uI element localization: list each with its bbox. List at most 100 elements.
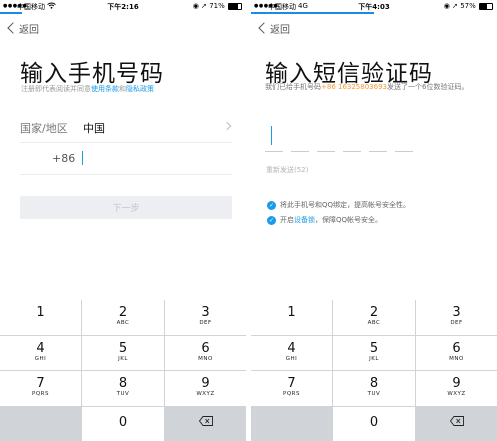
keypad-key[interactable]: 7 PQRS [251,371,332,406]
keypad-key[interactable]: 9 WXYZ [165,371,246,406]
keypad-key[interactable]: 0 [82,406,164,441]
key-letters: TUV [116,391,130,397]
back-label: 返回 [270,25,290,36]
code-slot[interactable] [291,125,309,152]
key-letters: WXYZ [196,391,215,397]
keypad-key[interactable]: 3 DEF [416,300,497,335]
loading-progress [0,12,246,14]
code-slot[interactable] [395,125,413,152]
key-digit: 7 [287,376,296,391]
code-slot[interactable] [265,125,283,152]
keypad-key[interactable]: 4 GHI [0,335,81,370]
alarm-icon: ◉ [192,2,199,10]
back-button[interactable]: 返回 [7,21,39,36]
key-digit: 1 [36,305,45,320]
key-letters: ABC [367,320,381,326]
keypad-key[interactable]: 6 MNO [416,335,497,370]
checkmark-icon[interactable]: ✓ [267,200,276,210]
key-digit: 5 [369,340,379,356]
battery-icon [479,2,493,10]
agreement-and: 和 [119,85,126,93]
key-digit: 1 [287,305,296,320]
key-letters: TUV [367,391,381,397]
keypad-key[interactable]: 8 TUV [333,371,415,406]
bind-qq-label: 将此手机号和QQ绑定，提高帐号安全性。 [280,201,411,209]
keypad-key[interactable]: 1 [0,300,81,335]
device-lock-link[interactable]: 设备锁 [294,216,315,224]
key-letters: MNO [449,355,464,362]
code-slot[interactable] [317,125,335,152]
backspace-icon [199,415,213,426]
status-right: ◉ ➚ 71% [193,2,242,10]
keypad-key[interactable]: 1 [251,300,332,335]
key-digit: 2 [118,305,128,320]
next-button[interactable]: 下一步 [20,196,232,219]
desc-prefix: 我们已给手机号码 [265,83,321,91]
page-title: 输入手机号码 [20,61,164,87]
key-digit: 0 [369,414,379,430]
keypad-key[interactable]: 2 ABC [333,300,415,335]
checkmark-icon[interactable]: ✓ [267,215,276,225]
text-cursor [271,126,272,145]
resend-button[interactable]: 重新发送(52) [266,165,308,175]
numeric-keypad: 1 2 ABC 3 DEF 4 GHI 5 JKL 6 MNO 7 PQRS 8 TUV 9 WXYZ 0 [251,300,497,441]
keypad-key[interactable]: 4 GHI [251,335,332,370]
country-label: 国家/地区 [20,122,68,135]
terms-link[interactable]: 使用条款 [91,85,119,93]
key-digit: 3 [452,305,461,320]
phone-number-highlight: +86 16325803693 [321,83,387,91]
key-digit: 4 [36,340,45,356]
sms-code-screen: ●●●●● 中国移动 4G 下午4:03 ◉ ➚ 57% 返回 输入短信验证码 … [251,0,497,441]
privacy-link[interactable]: 隐私政策 [126,85,154,93]
phone-field[interactable]: +86 [20,144,232,175]
chevron-right-icon [222,121,232,131]
code-sent-description: 我们已给手机号码+86 16325803693发送了一个6位数验证码。 [265,82,490,92]
chevron-left-icon [7,22,19,34]
agreement-text: 注册即代表阅读并同意使用条款和隐私政策 [21,84,154,94]
country-value: 中国 [83,122,105,135]
backspace-icon [450,415,464,426]
key-digit: 6 [201,340,210,356]
keypad-key[interactable]: 8 TUV [82,371,164,406]
key-letters: MNO [198,355,213,362]
status-right: ◉ ➚ 57% [444,2,493,10]
delete-key[interactable] [416,406,497,441]
code-slot[interactable] [369,125,387,152]
desc-suffix: 发送了一个6位数验证码。 [387,83,469,91]
keypad-key[interactable]: 5 JKL [333,335,415,370]
keypad-key[interactable]: 9 WXYZ [416,371,497,406]
loading-progress [251,12,497,14]
status-bar: ●●●●● 中国移动 下午2:16 ◉ ➚ 71% [0,0,246,14]
numeric-keypad: 1 2 ABC 3 DEF 4 GHI 5 JKL 6 MNO 7 PQRS 8 TUV 9 WXYZ 0 [0,300,246,441]
keypad-key[interactable]: 2 ABC [82,300,164,335]
alarm-icon: ◉ [443,2,450,10]
key-digit: 3 [201,305,210,320]
key-digit: 2 [369,305,379,320]
key-letters: JKL [369,355,379,362]
country-selector[interactable]: 国家/地区 中国 [20,114,232,143]
location-icon: ➚ [201,2,207,10]
back-button[interactable]: 返回 [258,21,290,36]
keypad-key[interactable]: 5 JKL [82,335,164,370]
code-slot[interactable] [343,125,361,152]
device-lock-suffix: ，保障QQ帐号安全。 [315,216,383,224]
key-letters: PQRS [32,391,49,397]
device-lock-option[interactable]: ✓ 开启设备锁，保障QQ帐号安全。 [267,215,382,225]
phone-number-screen: ●●●●● 中国移动 下午2:16 ◉ ➚ 71% 返回 输入手机号码 注册即代… [0,0,246,441]
keypad-key[interactable]: 7 PQRS [0,371,81,406]
agreement-prefix: 注册即代表阅读并同意 [21,85,91,93]
key-letters: GHI [34,355,47,362]
key-digit: 0 [118,414,128,430]
delete-key[interactable] [165,406,246,441]
keypad-key[interactable]: 6 MNO [165,335,246,370]
key-digit: 7 [36,376,45,391]
bind-qq-option[interactable]: ✓ 将此手机号和QQ绑定，提高帐号安全性。 [267,200,410,210]
verification-code-input[interactable] [265,125,465,153]
location-icon: ➚ [452,2,458,10]
keypad-key[interactable]: 3 DEF [165,300,246,335]
key-letters: JKL [118,355,128,362]
key-digit: 4 [287,340,296,356]
key-letters: WXYZ [447,391,466,397]
keypad-key[interactable]: 0 [333,406,415,441]
battery-percent: 57% [460,2,476,10]
